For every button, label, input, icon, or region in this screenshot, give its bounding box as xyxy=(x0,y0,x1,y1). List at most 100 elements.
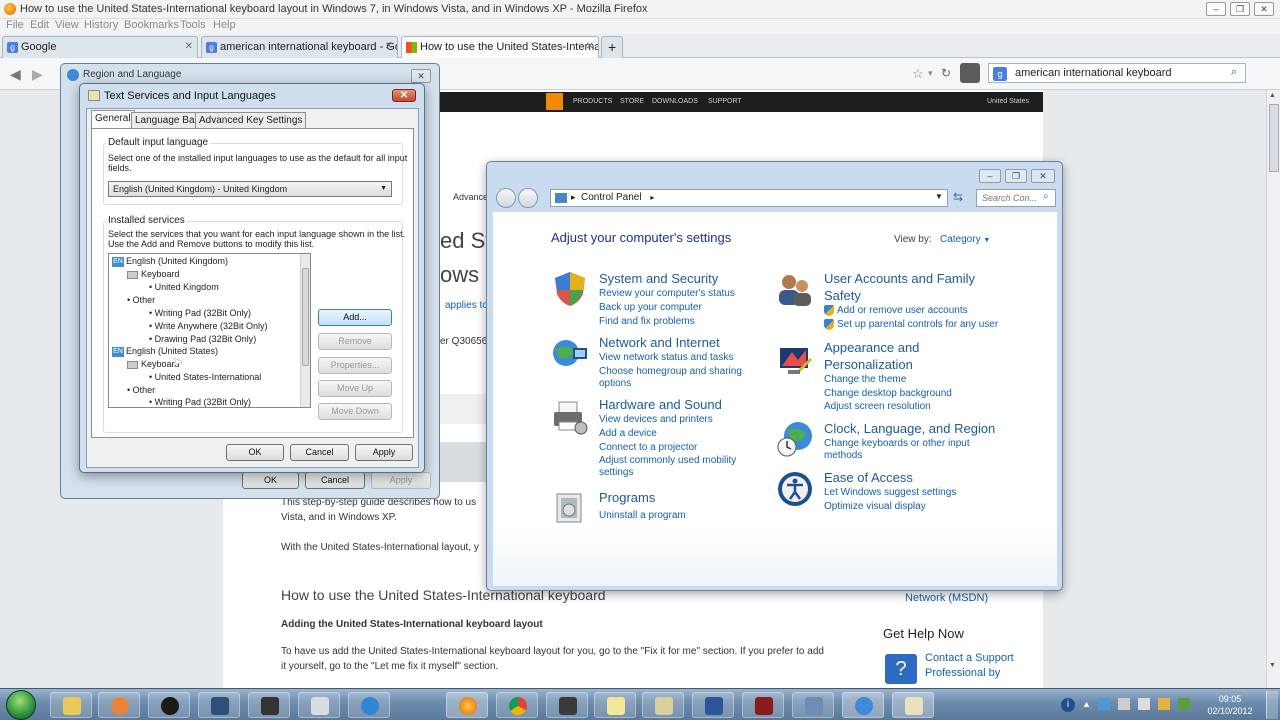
taskbar-calculator[interactable] xyxy=(298,692,340,718)
taskbar-media[interactable] xyxy=(98,692,140,718)
add-button[interactable]: Add... xyxy=(318,309,392,326)
category-programs[interactable]: Programs xyxy=(599,490,655,505)
close-tab-icon[interactable]: ✕ xyxy=(586,41,594,52)
properties-button[interactable]: Properties... xyxy=(318,357,392,374)
menu-history[interactable]: History xyxy=(84,19,118,31)
tree-item-service[interactable]: • United Kingdom xyxy=(149,282,219,292)
shield-icon[interactable] xyxy=(551,270,589,308)
start-button[interactable] xyxy=(6,690,36,720)
scroll-up-icon[interactable]: ▲ xyxy=(1269,92,1276,99)
cp-link[interactable]: Optimize visual display xyxy=(824,500,926,513)
cp-address-bar[interactable]: ▸ Control Panel ▸ ▼ xyxy=(550,189,948,207)
chevron-down-icon[interactable]: ▼ xyxy=(935,192,943,201)
menu-view[interactable]: View xyxy=(55,19,79,31)
category-user-accounts[interactable]: User Accounts and Family xyxy=(824,271,975,286)
tree-item-service[interactable]: • United States-International xyxy=(149,372,261,382)
tree-item-other[interactable]: • Other xyxy=(127,295,155,305)
cp-maximize-button[interactable]: ❐ xyxy=(1005,169,1027,183)
contact-support-link[interactable]: Professional by xyxy=(925,667,1000,679)
taskbar-ie[interactable] xyxy=(348,692,390,718)
cp-forward-icon[interactable] xyxy=(518,188,538,208)
cp-link[interactable]: settings xyxy=(599,466,633,479)
tab-advanced-key-settings[interactable]: Advanced Key Settings xyxy=(195,112,307,128)
new-tab-button[interactable]: + xyxy=(601,36,623,58)
forward-icon[interactable]: ▶ xyxy=(32,66,43,83)
bookmark-star-icon[interactable]: ☆ xyxy=(912,66,924,82)
tray-app-icon[interactable] xyxy=(1178,698,1190,710)
cancel-button[interactable]: Cancel xyxy=(290,444,349,461)
view-by-dropdown[interactable]: Category ▼ xyxy=(940,234,990,245)
ok-button[interactable]: OK xyxy=(226,444,284,461)
category-user-accounts[interactable]: Safety xyxy=(824,288,861,303)
remove-button[interactable]: Remove xyxy=(318,333,392,350)
programs-icon[interactable] xyxy=(551,488,589,526)
taskbar-word[interactable] xyxy=(692,692,734,718)
info-icon[interactable]: i xyxy=(1061,698,1075,712)
cp-link[interactable]: Set up parental controls for any user xyxy=(837,318,998,331)
category-hardware-sound[interactable]: Hardware and Sound xyxy=(599,397,722,412)
cp-link[interactable]: Uninstall a program xyxy=(599,509,686,522)
taskbar-firefox[interactable] xyxy=(446,692,488,718)
tree-item-service[interactable]: • Drawing Pad (32Bit Only) xyxy=(149,334,256,344)
tab-search[interactable]: g american international keyboard - Go..… xyxy=(201,36,398,58)
category-appearance[interactable]: Appearance and xyxy=(824,340,919,355)
network-tray-icon[interactable] xyxy=(1098,698,1110,710)
cp-link[interactable]: Review your computer's status xyxy=(599,287,735,300)
search-icon[interactable]: ⌕ xyxy=(1043,191,1049,202)
category-system-security[interactable]: System and Security xyxy=(599,271,718,286)
msdn-link[interactable]: Network (MSDN) xyxy=(905,592,988,604)
cp-link[interactable]: Back up your computer xyxy=(599,301,702,314)
header-store[interactable]: STORE xyxy=(620,98,644,105)
menu-edit[interactable]: Edit xyxy=(30,19,49,31)
tray-app-icon[interactable] xyxy=(1158,698,1170,710)
cp-close-button[interactable]: ✕ xyxy=(1031,169,1055,183)
taskbar-chrome[interactable] xyxy=(496,692,538,718)
taskbar-remote[interactable] xyxy=(792,692,834,718)
cancel-button[interactable]: Cancel xyxy=(305,472,365,489)
close-tab-icon[interactable]: ✕ xyxy=(185,41,193,52)
cp-search-input[interactable]: Search Con... ⌕ xyxy=(976,189,1056,207)
close-button[interactable]: ✕ xyxy=(1254,2,1274,16)
clock-globe-icon[interactable] xyxy=(776,420,814,458)
tree-scrollbar[interactable] xyxy=(300,254,310,407)
scroll-thumb[interactable] xyxy=(1269,104,1279,172)
cp-link[interactable]: methods xyxy=(824,449,862,462)
ease-of-access-icon[interactable] xyxy=(776,470,814,508)
show-hidden-icons[interactable]: ▲ xyxy=(1082,699,1091,709)
back-icon[interactable]: ◀ xyxy=(10,66,21,83)
dropdown-icon[interactable]: ▾ xyxy=(928,68,933,79)
cp-link[interactable]: Change the theme xyxy=(824,373,906,386)
scroll-thumb[interactable] xyxy=(302,268,309,366)
taskbar-notes[interactable] xyxy=(594,692,636,718)
breadcrumb-chevron-icon[interactable]: ▸ xyxy=(650,193,654,202)
taskbar-app2[interactable] xyxy=(742,692,784,718)
maximize-button[interactable]: ❐ xyxy=(1230,2,1250,16)
taskbar-hp[interactable] xyxy=(148,692,190,718)
header-products[interactable]: PRODUCTS xyxy=(573,98,612,105)
menu-file[interactable]: File xyxy=(6,19,24,31)
taskbar-video[interactable] xyxy=(248,692,290,718)
cp-link[interactable]: Add or remove user accounts xyxy=(837,304,968,317)
menu-tools[interactable]: Tools xyxy=(180,19,206,31)
cp-link[interactable]: Connect to a projector xyxy=(599,441,697,454)
tree-item-service[interactable]: • Writing Pad (32Bit Only) xyxy=(149,308,251,318)
scroll-down-icon[interactable]: ▼ xyxy=(1269,662,1276,669)
volume-icon[interactable] xyxy=(1138,698,1150,710)
contact-support-link[interactable]: Contact a Support xyxy=(925,652,1014,664)
page-scrollbar[interactable]: ▲ ▼ xyxy=(1266,90,1280,688)
minimize-button[interactable]: – xyxy=(1206,2,1226,16)
cp-link[interactable]: Change desktop background xyxy=(824,387,952,400)
cp-minimize-button[interactable]: – xyxy=(979,169,1001,183)
tab-article[interactable]: How to use the United States-Internat...… xyxy=(401,36,599,58)
tree-item-other[interactable]: • Other xyxy=(127,385,155,395)
taskbar-explorer[interactable] xyxy=(50,692,92,718)
applies-to-link[interactable]: applies to xyxy=(445,300,488,311)
search-icon[interactable]: ⌕ xyxy=(1231,66,1237,79)
printer-icon[interactable] xyxy=(551,398,589,436)
header-downloads[interactable]: DOWNLOADS xyxy=(652,98,698,105)
tab-google[interactable]: g Google ✕ xyxy=(2,36,198,58)
reload-icon[interactable]: ↻ xyxy=(941,66,951,80)
category-network-internet[interactable]: Network and Internet xyxy=(599,335,720,350)
network-icon[interactable] xyxy=(551,334,589,372)
header-support[interactable]: SUPPORT xyxy=(708,98,742,105)
